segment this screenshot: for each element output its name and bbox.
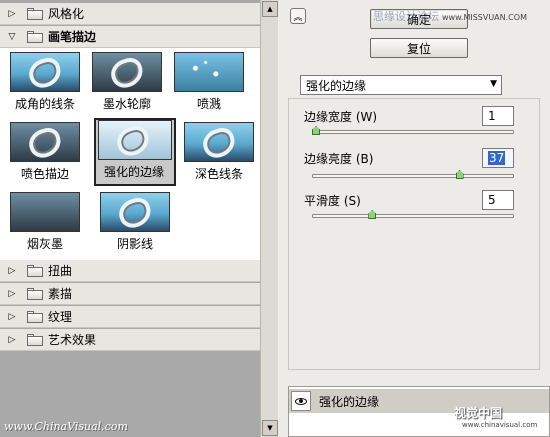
smoothness-value: 5 <box>488 193 496 207</box>
edge-width-label: 边缘宽度 (W) <box>304 110 378 124</box>
expand-arrow-icon[interactable]: ▷ <box>5 266 19 276</box>
filter-thumb-spatter[interactable]: 喷溅 <box>170 50 248 114</box>
expand-arrow-icon[interactable]: ▷ <box>5 312 19 322</box>
category-label: 画笔描边 <box>48 30 97 44</box>
filter-thumb-crosshatch[interactable]: 阴影线 <box>96 190 174 254</box>
visibility-toggle[interactable] <box>291 391 311 411</box>
thumb-caption: 烟灰墨 <box>26 237 63 251</box>
effect-layer-name: 强化的边缘 <box>319 394 380 409</box>
thumb-dark-strokes-icon <box>184 122 254 162</box>
thumb-angled-strokes-icon <box>10 52 80 92</box>
dropdown-arrow-icon[interactable]: ▼ <box>490 79 497 89</box>
folder-icon <box>27 264 43 277</box>
filter-category-tree: ▷ 风格化 ▽ 画笔描边 成角的线条 墨水轮廓 喷溅 喷色描边 强化的边缘 深色… <box>0 0 260 437</box>
edge-width-value: 1 <box>488 109 496 123</box>
category-label: 扭曲 <box>48 264 73 278</box>
eye-icon <box>295 397 307 405</box>
watermark-chinavisual: www.ChinaVisual.com <box>4 420 128 433</box>
thumb-sumi-e-icon <box>10 192 80 232</box>
edge-brightness-input[interactable]: 37 <box>482 148 514 168</box>
double-chevron-up-icon: ︽ <box>293 12 303 23</box>
thumb-ink-outlines-icon <box>92 52 162 92</box>
category-brush-strokes[interactable]: ▽ 画笔描边 <box>0 26 260 48</box>
thumb-caption: 墨水轮廓 <box>102 97 151 111</box>
thumb-caption: 深色线条 <box>194 167 243 181</box>
collapse-gallery-button[interactable]: ︽ <box>290 8 306 24</box>
gallery-scrollbar[interactable]: ▲ ▼ <box>260 0 278 437</box>
smoothness-slider[interactable] <box>312 214 514 218</box>
thumb-accented-edges-icon <box>98 120 172 160</box>
filter-params-group <box>288 98 540 370</box>
filter-select-value: 强化的边缘 <box>306 78 367 93</box>
edge-brightness-label: 边缘亮度 (B) <box>304 152 374 166</box>
folder-icon <box>27 333 43 346</box>
thumb-crosshatch-icon <box>100 192 170 232</box>
watermark-shijue: 视觉中国 www.chinavisual.com <box>454 404 537 429</box>
edge-width-input[interactable]: 1 <box>482 106 514 126</box>
collapse-arrow-icon[interactable]: ▽ <box>5 32 19 42</box>
edge-brightness-slider[interactable] <box>312 174 514 178</box>
folder-icon <box>27 287 43 300</box>
reset-button[interactable]: 复位 <box>370 38 468 58</box>
thumb-caption: 阴影线 <box>116 237 153 251</box>
category-distort[interactable]: ▷ 扭曲 <box>0 260 260 282</box>
filter-thumb-accented-edges[interactable]: 强化的边缘 <box>94 118 176 186</box>
thumb-caption: 喷色描边 <box>20 167 69 181</box>
smoothness-input[interactable]: 5 <box>482 190 514 210</box>
category-label: 艺术效果 <box>48 333 97 347</box>
filter-thumb-sumi-e[interactable]: 烟灰墨 <box>6 190 84 254</box>
filter-type-select[interactable]: 强化的边缘 ▼ <box>300 75 502 95</box>
edge-width-slider[interactable] <box>312 130 514 134</box>
filter-thumb-ink-outlines[interactable]: 墨水轮廓 <box>88 50 166 114</box>
category-label: 纹理 <box>48 310 73 324</box>
watermark-site: www.MISSVUAN.COM <box>442 13 527 22</box>
watermark-missyuan: 思缘设计论坛 www.MISSVUAN.COM <box>373 8 527 24</box>
folder-open-icon <box>27 30 43 43</box>
category-label: 素描 <box>48 287 73 301</box>
scroll-up-icon[interactable]: ▲ <box>262 1 278 17</box>
expand-arrow-icon[interactable]: ▷ <box>5 9 19 19</box>
thumb-caption: 喷溅 <box>196 97 221 111</box>
smoothness-label: 平滑度 (S) <box>304 194 361 208</box>
thumb-caption: 成角的线条 <box>14 97 75 111</box>
reset-button-label: 复位 <box>406 41 431 56</box>
category-label: 风格化 <box>48 7 85 21</box>
expand-arrow-icon[interactable]: ▷ <box>5 335 19 345</box>
filter-gallery-panel: ▷ 风格化 ▽ 画笔描边 成角的线条 墨水轮廓 喷溅 喷色描边 强化的边缘 深色… <box>0 0 278 437</box>
filter-thumb-dark-strokes[interactable]: 深色线条 <box>180 120 258 184</box>
category-sketch[interactable]: ▷ 素描 <box>0 283 260 305</box>
thumb-spatter-icon <box>174 52 244 92</box>
edge-brightness-value: 37 <box>488 151 506 165</box>
filter-thumb-sprayed-strokes[interactable]: 喷色描边 <box>6 120 84 184</box>
thumb-caption: 强化的边缘 <box>103 165 164 179</box>
category-artistic[interactable]: ▷ 艺术效果 <box>0 329 260 351</box>
folder-icon <box>27 7 43 20</box>
category-texture[interactable]: ▷ 纹理 <box>0 306 260 328</box>
category-stylize[interactable]: ▷ 风格化 <box>0 3 260 25</box>
filter-thumb-angled-strokes[interactable]: 成角的线条 <box>6 50 84 114</box>
folder-icon <box>27 310 43 323</box>
thumb-sprayed-strokes-icon <box>10 122 80 162</box>
expand-arrow-icon[interactable]: ▷ <box>5 289 19 299</box>
thumbnail-grid: 成角的线条 墨水轮廓 喷溅 喷色描边 强化的边缘 深色线条 烟灰墨 阴影线 <box>0 48 260 260</box>
watermark-shijue-url: www.chinavisual.com <box>462 421 538 429</box>
scroll-down-icon[interactable]: ▼ <box>262 420 278 436</box>
watermark-text: 思缘设计论坛 <box>373 10 439 23</box>
watermark-shijue-text: 视觉中国 <box>454 406 503 420</box>
filter-settings-panel: ︽ 确定 思缘设计论坛 www.MISSVUAN.COM 复位 强化的边缘 ▼ 边… <box>278 0 550 437</box>
